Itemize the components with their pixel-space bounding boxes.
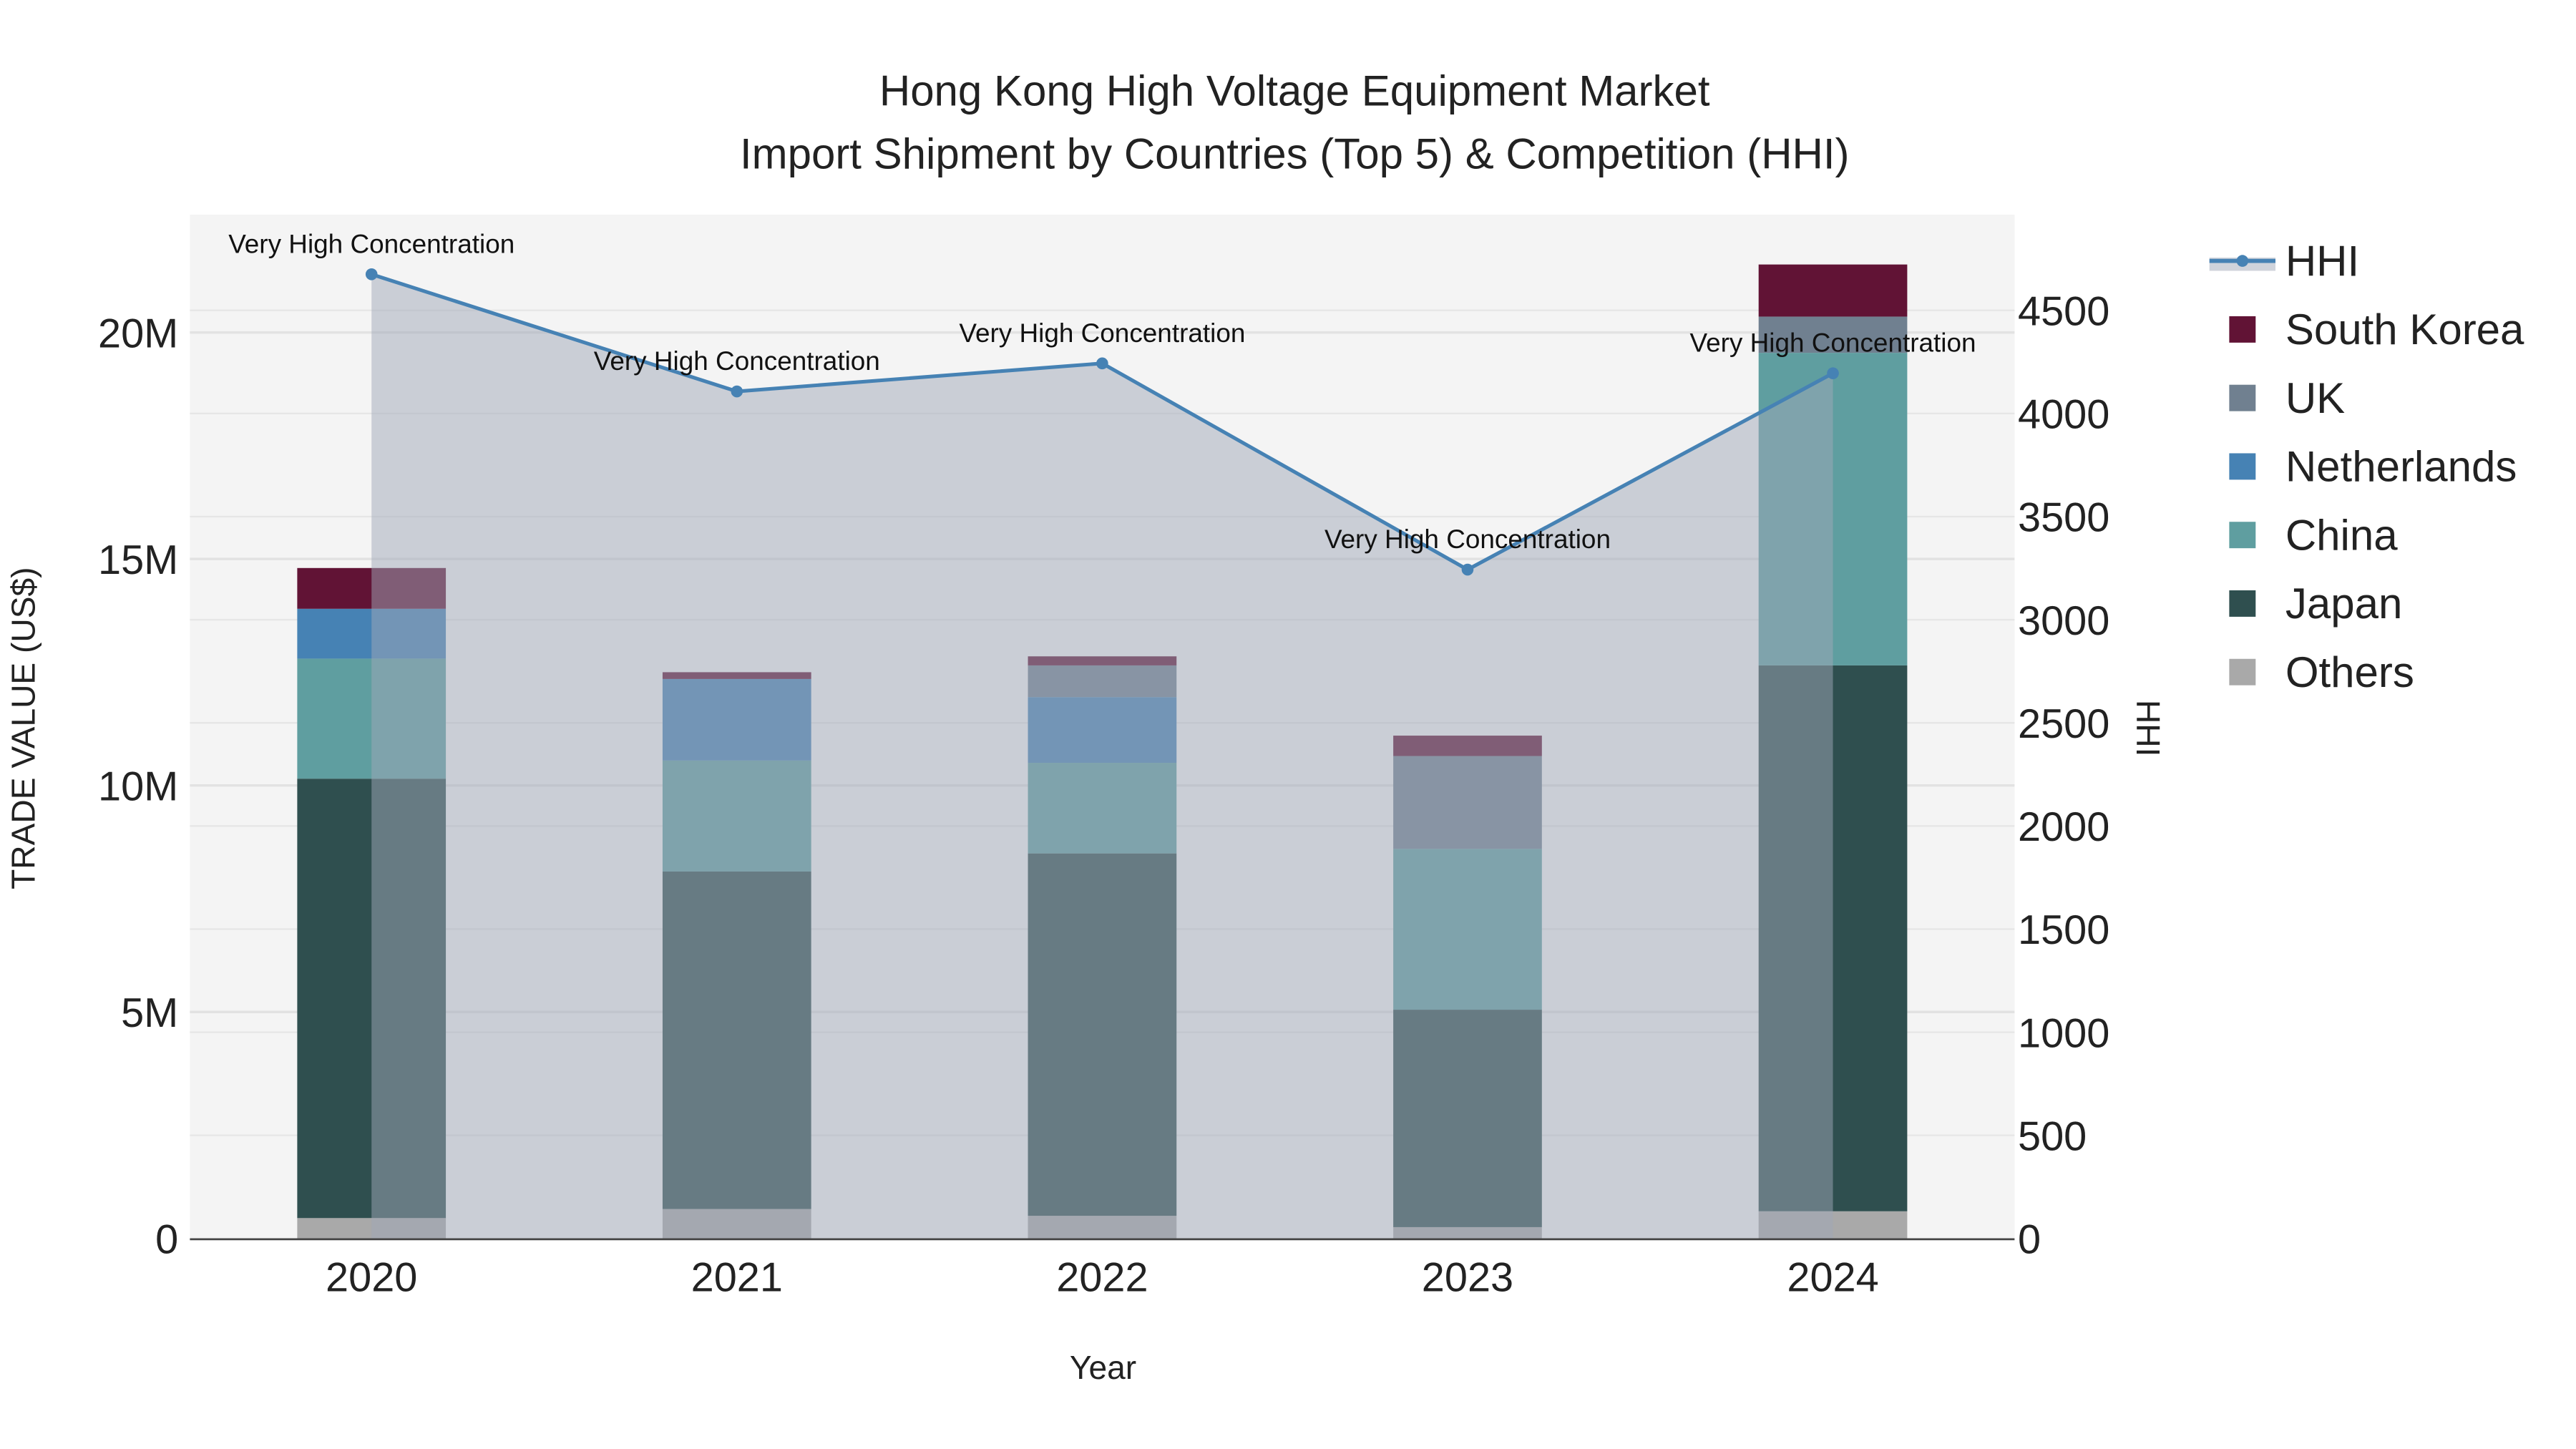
legend-swatch	[2229, 384, 2256, 411]
y2-tick-label: 1000	[2018, 1010, 2109, 1056]
y2-tick-label: 4000	[2018, 392, 2109, 438]
legend-swatch	[2229, 316, 2256, 343]
bar-south-korea-2024	[1758, 264, 1908, 317]
y2-tick-label: 3500	[2018, 495, 2109, 541]
hhi-point-2024	[1827, 367, 1839, 379]
legend-label: Japan	[2285, 580, 2402, 628]
x-tick-label: 2022	[1056, 1255, 1148, 1301]
hhi-annotation-2021: Very High Concentration	[594, 346, 880, 376]
y2-tick-label: 0	[2018, 1217, 2041, 1263]
legend-label: Netherlands	[2285, 443, 2517, 491]
legend-label: China	[2285, 511, 2398, 559]
y2-tick-label: 2000	[2018, 804, 2109, 850]
x-tick-label: 2020	[326, 1255, 417, 1301]
y2-tick-label: 4500	[2018, 289, 2109, 335]
x-tick-label: 2023	[1422, 1255, 1513, 1301]
hhi-annotation-2020: Very High Concentration	[228, 229, 514, 258]
y2-tick-label: 500	[2018, 1113, 2087, 1159]
y-tick-label: 15M	[98, 537, 178, 583]
y2-axis-title: HHI	[2129, 700, 2167, 756]
x-tick-label: 2024	[1787, 1255, 1878, 1301]
chart-title-line2: Import Shipment by Countries (Top 5) & C…	[740, 130, 1850, 177]
y2-tick-label: 1500	[2018, 907, 2109, 953]
y-axis-title: TRADE VALUE (US$)	[4, 567, 42, 889]
chart-title-line1: Hong Kong High Voltage Equipment Market	[879, 67, 1710, 115]
legend-swatch	[2229, 590, 2256, 617]
hhi-annotation-2023: Very High Concentration	[1324, 525, 1611, 554]
legend-swatch-hhi-marker	[2236, 255, 2249, 267]
hhi-point-2022	[1096, 357, 1108, 370]
hhi-annotation-2024: Very High Concentration	[1690, 328, 1976, 358]
y-tick-label: 20M	[98, 311, 178, 356]
x-tick-label: 2021	[691, 1255, 783, 1301]
hhi-point-2023	[1461, 563, 1474, 576]
legend-label: South Korea	[2285, 306, 2524, 353]
y2-tick-label: 3000	[2018, 598, 2109, 644]
legend-swatch	[2229, 658, 2256, 686]
legend-label: HHI	[2285, 237, 2359, 285]
y-tick-label: 10M	[98, 763, 178, 809]
x-axis-title: Year	[1070, 1349, 1136, 1386]
legend-swatch	[2229, 522, 2256, 549]
y-tick-label: 0	[155, 1217, 178, 1263]
hhi-annotation-2022: Very High Concentration	[959, 318, 1245, 348]
hhi-point-2020	[365, 268, 378, 280]
y2-tick-label: 2500	[2018, 701, 2109, 747]
legend-label: Others	[2285, 648, 2414, 696]
legend-swatch	[2229, 453, 2256, 480]
chart: Very High Concentration Very High Concent…	[0, 0, 2576, 1449]
y-tick-label: 5M	[121, 990, 178, 1036]
legend-label: UK	[2285, 374, 2345, 422]
hhi-point-2021	[731, 385, 743, 398]
